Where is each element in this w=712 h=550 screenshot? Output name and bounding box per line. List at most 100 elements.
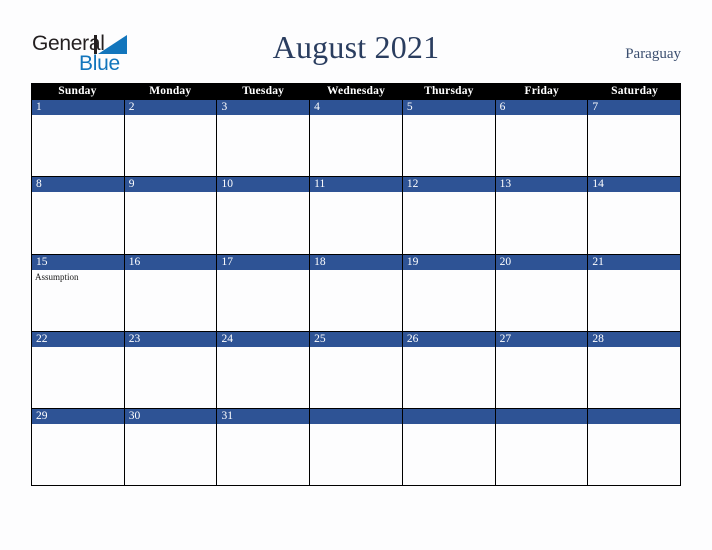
day-number: 9 [124, 177, 217, 193]
day-events [310, 192, 402, 253]
page-title: August 2021 [272, 29, 440, 65]
day-events [403, 192, 495, 253]
day-number: 10 [217, 177, 310, 193]
day-number: 20 [495, 254, 588, 270]
day-events [588, 115, 680, 176]
calendar-page: General Blue August 2021 Paraguay Sunday… [0, 0, 712, 550]
day-number: 29 [32, 409, 124, 425]
weekday-header-2: Tuesday [242, 85, 285, 97]
day-number: 3 [217, 100, 310, 115]
day-number: 15 [32, 254, 124, 270]
day-number: 5 [402, 100, 495, 115]
day-events [125, 347, 217, 408]
day-events [403, 270, 495, 331]
day-number: 1 [32, 100, 124, 115]
day-cell[interactable]: 2 [124, 100, 218, 177]
day-cell[interactable]: 26 [402, 331, 496, 409]
day-events [32, 192, 124, 253]
day-number: 2 [124, 100, 217, 115]
week-row: 1234567 [31, 100, 682, 178]
calendar-weeks: 1 2 3 4 5 6 7 8 9 10 11 12 13 14 15 Assumption 16 17 18 19 2… [31, 100, 682, 487]
day-number: 23 [124, 331, 217, 347]
day-cell[interactable] [495, 409, 589, 486]
day-cell[interactable]: 28 [588, 331, 682, 409]
day-events [588, 192, 680, 253]
day-events [32, 347, 124, 408]
day-cell[interactable] [588, 409, 682, 486]
day-events: Assumption [32, 270, 124, 331]
day-number: 31 [217, 409, 310, 425]
day-cell[interactable]: 22 [32, 331, 125, 409]
day-events [496, 192, 588, 253]
weekday-header-4: Thursday [424, 85, 474, 97]
day-cell[interactable]: 1 [32, 100, 125, 177]
day-events [588, 270, 680, 331]
day-cell[interactable]: 4 [310, 100, 403, 177]
day-cell[interactable]: 5 [402, 100, 496, 177]
day-cell[interactable]: 9 [124, 177, 218, 254]
day-cell[interactable]: 8 [32, 177, 125, 254]
day-cell[interactable]: 25 [310, 331, 403, 409]
day-cell[interactable]: 29 [32, 409, 125, 486]
day-number [588, 409, 681, 425]
day-number: 7 [588, 100, 681, 115]
day-number: 26 [402, 331, 495, 347]
day-number: 24 [217, 331, 310, 347]
day-cell[interactable]: 14 [588, 177, 682, 254]
day-cell[interactable]: 17 [217, 254, 311, 331]
country-label: Paraguay [625, 46, 681, 62]
day-number [402, 409, 495, 425]
day-number: 14 [588, 177, 681, 193]
day-number: 13 [495, 177, 588, 193]
day-number: 28 [588, 331, 681, 347]
day-cell[interactable]: 21 [588, 254, 682, 331]
day-number: 11 [310, 177, 402, 193]
day-cell[interactable]: 15 Assumption [32, 254, 125, 331]
day-events [310, 347, 402, 408]
day-number: 30 [124, 409, 217, 425]
day-cell[interactable]: 31 [217, 409, 311, 486]
day-events [125, 424, 217, 485]
weekday-header-3: Wednesday [326, 85, 386, 97]
day-events [496, 270, 588, 331]
day-number: 22 [32, 331, 124, 347]
day-cell[interactable]: 20 [495, 254, 589, 331]
day-events [310, 115, 402, 176]
week-row: 8 9 10 11 12 13 14 [31, 177, 682, 255]
day-cell[interactable]: 24 [217, 331, 311, 409]
day-events [32, 115, 124, 176]
day-cell[interactable]: 19 [402, 254, 496, 331]
day-number: 21 [588, 254, 681, 270]
weekday-header-0: Sunday [58, 85, 97, 97]
day-number: 8 [32, 177, 124, 193]
day-cell[interactable]: 16 [124, 254, 218, 331]
holiday-label: Assumption [35, 271, 79, 282]
day-events [588, 424, 680, 485]
day-events [310, 424, 402, 485]
day-cell[interactable]: 27 [495, 331, 589, 409]
day-events [217, 424, 309, 485]
day-number: 19 [402, 254, 495, 270]
day-cell[interactable]: 30 [124, 409, 218, 486]
day-events [496, 424, 588, 485]
weekday-header-5: Friday [524, 85, 559, 97]
day-events [217, 347, 309, 408]
day-number: 6 [495, 100, 588, 115]
day-events [496, 347, 588, 408]
day-events [125, 270, 217, 331]
day-cell[interactable]: 23 [124, 331, 218, 409]
day-cell[interactable]: 6 [495, 100, 589, 177]
day-events [32, 424, 124, 485]
day-cell[interactable] [310, 409, 403, 486]
day-cell[interactable]: 18 [310, 254, 403, 331]
day-cell[interactable] [402, 409, 496, 486]
day-cell[interactable]: 10 [217, 177, 311, 254]
day-cell[interactable]: 11 [310, 177, 403, 254]
day-cell[interactable]: 7 [588, 100, 682, 177]
day-cell[interactable]: 12 [402, 177, 496, 254]
week-row: 29 30 31 [31, 409, 682, 487]
day-number: 16 [124, 254, 217, 270]
day-cell[interactable]: 3 [217, 100, 311, 177]
week-row: 22 23 24 25 26 27 28 [31, 331, 682, 410]
day-cell[interactable]: 13 [495, 177, 589, 254]
